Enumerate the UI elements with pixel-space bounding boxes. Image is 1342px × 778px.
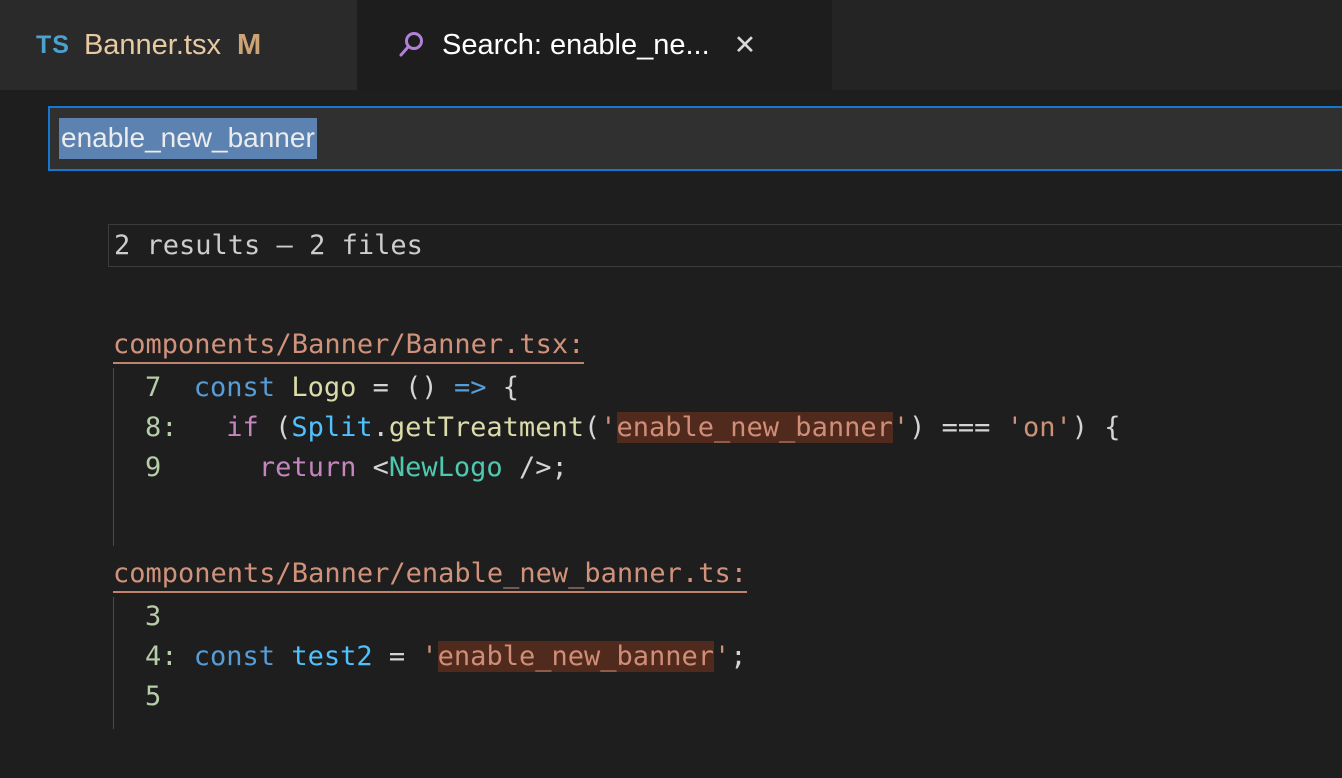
code-token: 'on' xyxy=(1007,412,1072,443)
code-token xyxy=(275,372,291,403)
code-token xyxy=(275,641,291,672)
code-token xyxy=(990,412,1006,443)
code-token: ; xyxy=(730,641,746,672)
result-line[interactable]: 5 xyxy=(114,677,1342,717)
line-number: 9 xyxy=(145,452,194,483)
code-token: ' xyxy=(421,641,437,672)
tab-search-editor[interactable]: Search: enable_ne... ✕ xyxy=(357,0,832,90)
code-token: getTreatment xyxy=(389,412,584,443)
code-token: < xyxy=(373,452,389,483)
code-token: => xyxy=(454,372,487,403)
code-token xyxy=(194,412,227,443)
match-highlight: enable_new_banner xyxy=(617,412,893,443)
search-results-editor: 2 results – 2 files components/Banner/Ba… xyxy=(0,171,1342,778)
line-number: 8: xyxy=(145,412,194,443)
code-token xyxy=(438,372,454,403)
results-container: components/Banner/Banner.tsx: 7 const Log… xyxy=(0,327,1342,729)
result-line[interactable]: 8: if (Split.getTreatment('enable_new_ba… xyxy=(114,408,1342,448)
code-token: ( xyxy=(584,412,600,443)
code-token xyxy=(356,452,372,483)
line-number: 7 xyxy=(145,372,194,403)
code-token: ) xyxy=(909,412,925,443)
result-lines: 7 const Logo = () => {8: if (Split.getTr… xyxy=(113,368,1342,546)
file-result-block: components/Banner/Banner.tsx: 7 const Log… xyxy=(113,327,1342,546)
results-summary: 2 results – 2 files xyxy=(108,224,1342,267)
line-number: 4: xyxy=(145,641,194,672)
search-query-selected-text: enable_new_banner xyxy=(59,118,317,159)
code-token: NewLogo xyxy=(389,452,503,483)
file-path-link[interactable]: components/Banner/Banner.tsx: xyxy=(113,329,584,364)
code-token: ( xyxy=(275,412,291,443)
code-token: ) xyxy=(1072,412,1088,443)
code-token xyxy=(503,452,519,483)
code-token xyxy=(1088,412,1104,443)
file-path-link[interactable]: components/Banner/enable_new_banner.ts: xyxy=(113,558,747,593)
line-number: 5 xyxy=(145,681,161,712)
code-token xyxy=(194,452,259,483)
search-query-input[interactable]: enable_new_banner xyxy=(48,106,1342,171)
code-token xyxy=(925,412,941,443)
result-line[interactable]: 9 return <NewLogo />; xyxy=(114,448,1342,488)
typescript-file-icon: TS xyxy=(36,31,70,60)
code-token: Logo xyxy=(291,372,356,403)
code-token xyxy=(356,372,372,403)
tab-label: Search: enable_ne... xyxy=(442,29,710,62)
code-token: = xyxy=(389,641,405,672)
code-token: Split xyxy=(291,412,372,443)
code-token: if xyxy=(226,412,259,443)
code-token: = xyxy=(373,372,389,403)
code-token: ' xyxy=(893,412,909,443)
result-line[interactable]: 3 xyxy=(114,597,1342,637)
code-token: ' xyxy=(714,641,730,672)
code-token: { xyxy=(503,372,519,403)
line-number: 3 xyxy=(145,601,161,632)
modified-badge: M xyxy=(237,29,261,62)
code-token: test2 xyxy=(291,641,372,672)
file-path-heading: components/Banner/Banner.tsx: xyxy=(113,327,1342,363)
code-token: ' xyxy=(600,412,616,443)
code-token: { xyxy=(1104,412,1120,443)
result-line[interactable]: 4: const test2 = 'enable_new_banner'; xyxy=(114,637,1342,677)
search-icon xyxy=(395,29,427,61)
tab-banner-tsx[interactable]: TS Banner.tsx M xyxy=(0,0,357,90)
result-line[interactable]: 7 const Logo = () => { xyxy=(114,368,1342,408)
tab-bar: TS Banner.tsx M Search: enable_ne... ✕ xyxy=(0,0,1342,90)
match-highlight: enable_new_banner xyxy=(438,641,714,672)
close-icon[interactable]: ✕ xyxy=(734,32,757,59)
file-result-block: components/Banner/enable_new_banner.ts: 3… xyxy=(113,556,1342,729)
code-token: const xyxy=(194,641,275,672)
code-token: const xyxy=(194,372,275,403)
result-lines: 3 4: const test2 = 'enable_new_banner'; 5 xyxy=(113,597,1342,729)
file-path-heading: components/Banner/enable_new_banner.ts: xyxy=(113,556,1342,592)
code-token: return xyxy=(259,452,357,483)
code-token: === xyxy=(942,412,991,443)
tab-label: Banner.tsx xyxy=(84,29,221,62)
code-token: () xyxy=(405,372,438,403)
code-token xyxy=(486,372,502,403)
code-token: . xyxy=(373,412,389,443)
code-token: />; xyxy=(519,452,568,483)
code-token xyxy=(373,641,389,672)
code-token xyxy=(405,641,421,672)
code-token xyxy=(259,412,275,443)
code-token xyxy=(389,372,405,403)
